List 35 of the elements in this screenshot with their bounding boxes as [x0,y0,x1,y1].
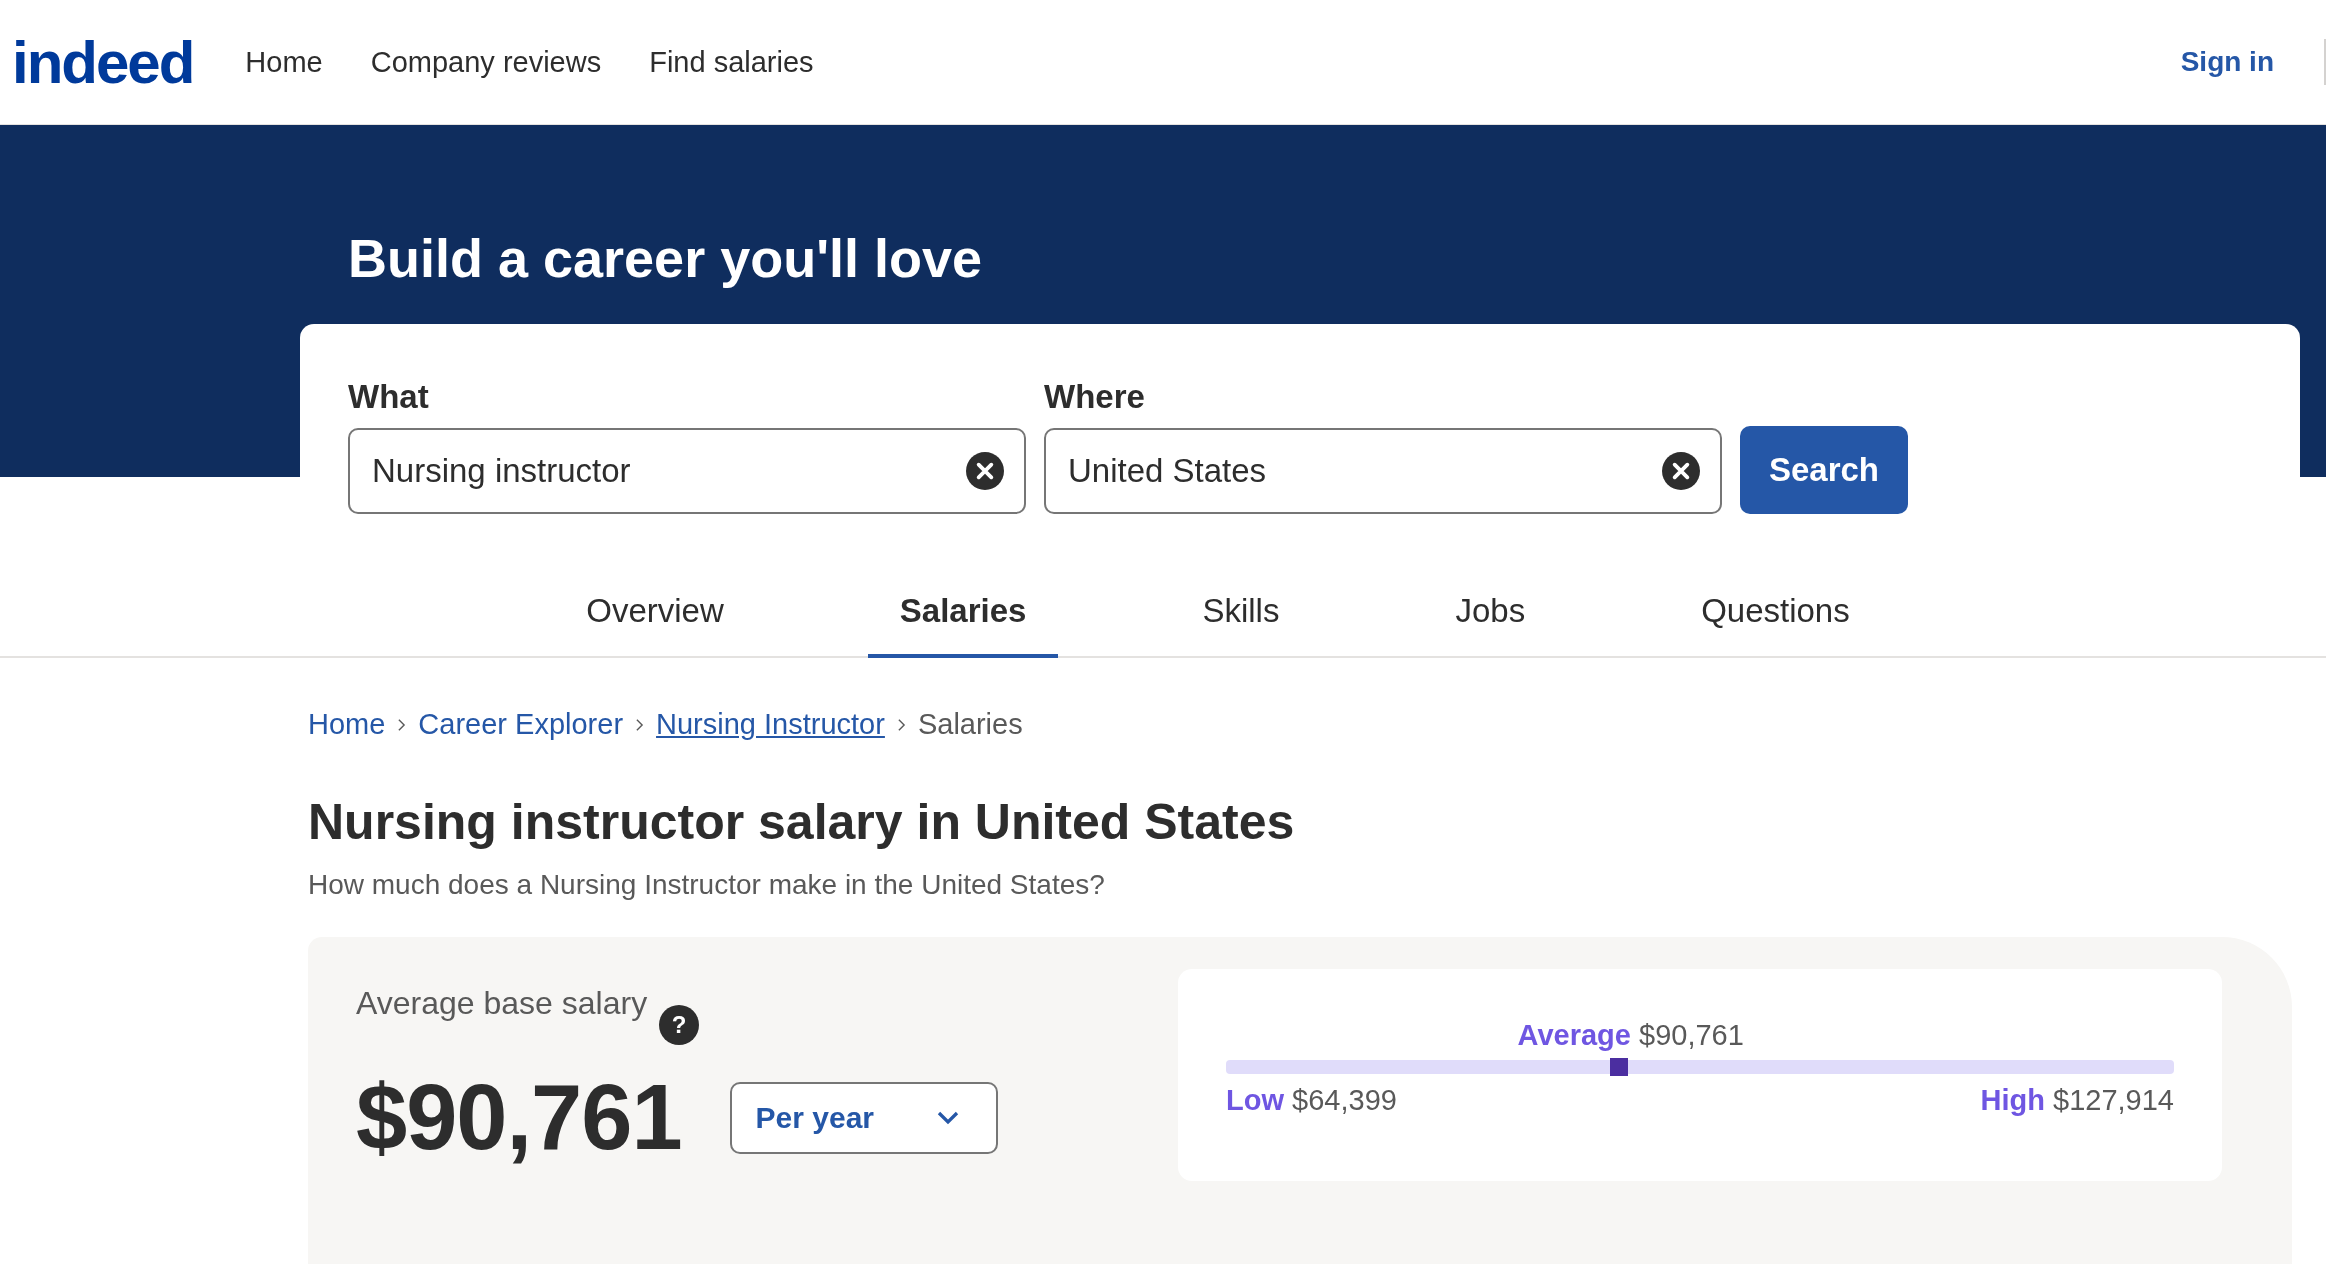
logo[interactable]: indeed [12,27,194,97]
help-icon[interactable]: ? [659,1005,700,1045]
high-salary: High $127,914 [1980,1084,2174,1117]
nav-link[interactable]: Company reviews [370,45,602,79]
chevron-right-icon [896,717,906,732]
hero-title: Build a career you'll love [347,227,984,289]
clear-icon[interactable] [966,452,1004,490]
tab[interactable]: Jobs [1423,576,1558,658]
tab[interactable]: Overview [554,576,756,658]
field-label: Where [1044,378,1146,416]
clear-icon[interactable] [1662,452,1700,490]
search-field[interactable]: Nursing instructor [348,428,1026,514]
chevron-right-icon [397,717,407,732]
nav-link[interactable]: Home [245,45,323,79]
tab[interactable]: Salaries [867,576,1059,658]
low-salary: Low $64,399 [1226,1084,1397,1117]
page-title: Nursing instructor salary in United States [308,793,1296,851]
period-dropdown[interactable]: Per year [729,1081,998,1154]
salary-amount: $90,761 [356,1065,682,1170]
tab[interactable]: Skills [1170,576,1312,658]
search-button[interactable]: Search [1740,426,1908,514]
caret-icon [935,1110,960,1125]
nav-link[interactable]: Find salaries [649,45,814,79]
sign-in-link[interactable]: Sign in [2180,46,2274,78]
average-salary: Average $90,761 [1517,1019,1744,1052]
chevron-right-icon [635,717,645,732]
salary-label: Average base salary [356,985,648,1022]
search-field[interactable]: United States [1044,428,1722,514]
field-label: What [348,378,430,416]
page-subtitle: How much does a Nursing Instructor make in the United States? [308,869,1106,901]
breadcrumb-link[interactable]: Career Explorer [418,708,624,741]
breadcrumb-link[interactable]: Nursing Instructor [656,708,885,741]
breadcrumb-current: Salaries [917,708,1023,741]
tab[interactable]: Questions [1669,576,1882,658]
breadcrumb-link[interactable]: Home [308,708,386,741]
